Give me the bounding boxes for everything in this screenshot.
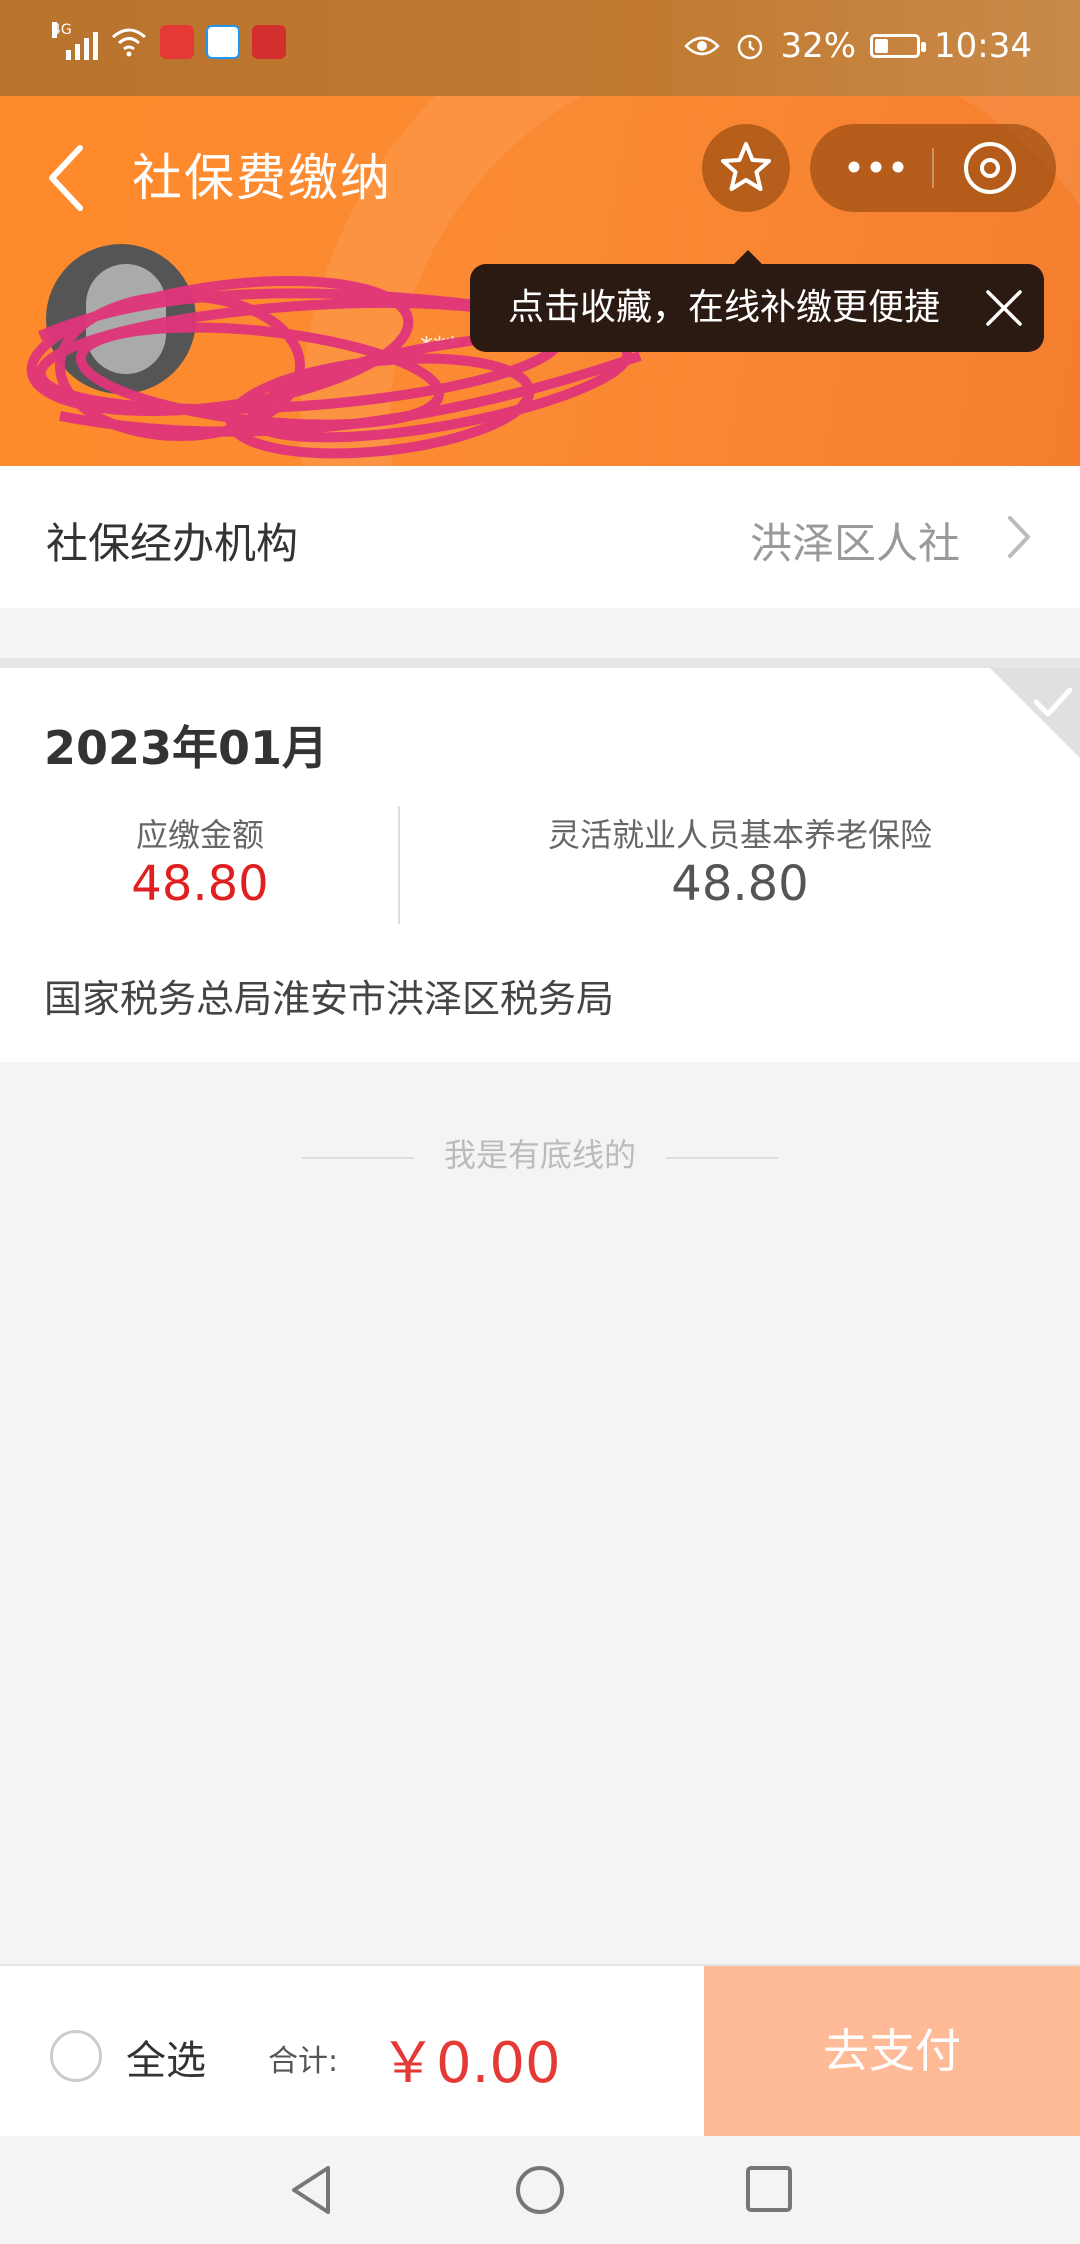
tooltip-text: 点击收藏，在线补缴更便捷	[508, 287, 941, 328]
nav-back-icon[interactable]	[284, 2162, 340, 2218]
selected-check-icon[interactable]	[990, 668, 1080, 758]
eye-icon	[684, 36, 721, 56]
select-all-label[interactable]: 全选	[126, 2028, 206, 2086]
agency-value: 洪泽区人社	[749, 519, 960, 568]
status-left: 4G	[52, 22, 286, 60]
battery-percent: 32%	[780, 26, 857, 66]
star-icon	[721, 142, 771, 191]
more-icon[interactable]	[846, 152, 906, 182]
app-notification-icon	[206, 25, 240, 59]
payment-period: 2023年01月	[44, 721, 329, 775]
select-all-checkbox[interactable]	[50, 2030, 102, 2082]
wifi-icon	[112, 28, 146, 57]
list-end-text: 我是有底线的	[443, 1136, 636, 1174]
page-title: 社保费缴纳	[132, 149, 392, 207]
total-label: 合计:	[268, 2044, 339, 2079]
tooltip-arrow	[732, 250, 764, 266]
close-icon[interactable]	[982, 286, 1026, 330]
insurance-item-label: 灵活就业人员基本养老保险	[547, 816, 932, 854]
due-amount: 48.80	[131, 856, 269, 912]
network-type: 4G	[52, 22, 72, 38]
tax-bureau: 国家税务总局淮安市洪泽区税务局	[44, 977, 615, 1021]
due-amount-label: 应缴金额	[135, 816, 264, 854]
status-bar: 4G 32% 10:34	[0, 0, 1080, 96]
agency-row[interactable]: 社保经办机构 洪泽区人社	[0, 466, 1080, 608]
nav-home-icon[interactable]	[512, 2162, 568, 2218]
clock: 10:34	[934, 26, 1032, 66]
list-end-indicator: 我是有底线的	[0, 1126, 1080, 1176]
chevron-right-icon	[1008, 516, 1030, 558]
checkout-bar: 全选 合计: ￥0.00 去支付	[0, 1964, 1080, 2136]
insurance-item-amount: 48.80	[671, 856, 809, 912]
divider-line	[666, 1156, 778, 1159]
nav-recent-icon[interactable]	[744, 2164, 794, 2214]
agency-label: 社保经办机构	[46, 519, 299, 568]
pay-button[interactable]: 去支付	[704, 1966, 1080, 2136]
system-nav-bar	[0, 2136, 1080, 2244]
favorite-button[interactable]	[702, 124, 790, 212]
app-notification-icon	[160, 25, 194, 59]
mini-program-capsule	[810, 124, 1056, 212]
capsule-divider	[932, 148, 934, 188]
app-notification-icon	[252, 25, 286, 59]
battery-fill	[875, 39, 889, 53]
alarm-icon	[738, 34, 763, 60]
payment-card[interactable]: 2023年01月 应缴金额 48.80 灵活就业人员基本养老保险 48.80 国…	[0, 658, 1080, 1062]
favorite-tooltip: 点击收藏，在线补缴更便捷	[470, 250, 1044, 352]
signal-icon: 4G	[52, 22, 98, 60]
divider-line	[301, 1156, 414, 1159]
back-arrow-icon[interactable]	[38, 138, 98, 218]
total-amount: ￥0.00	[380, 2031, 561, 2096]
status-right: 32% 10:34	[684, 26, 1032, 66]
battery-icon	[870, 34, 927, 58]
close-circle-icon[interactable]	[960, 138, 1020, 198]
